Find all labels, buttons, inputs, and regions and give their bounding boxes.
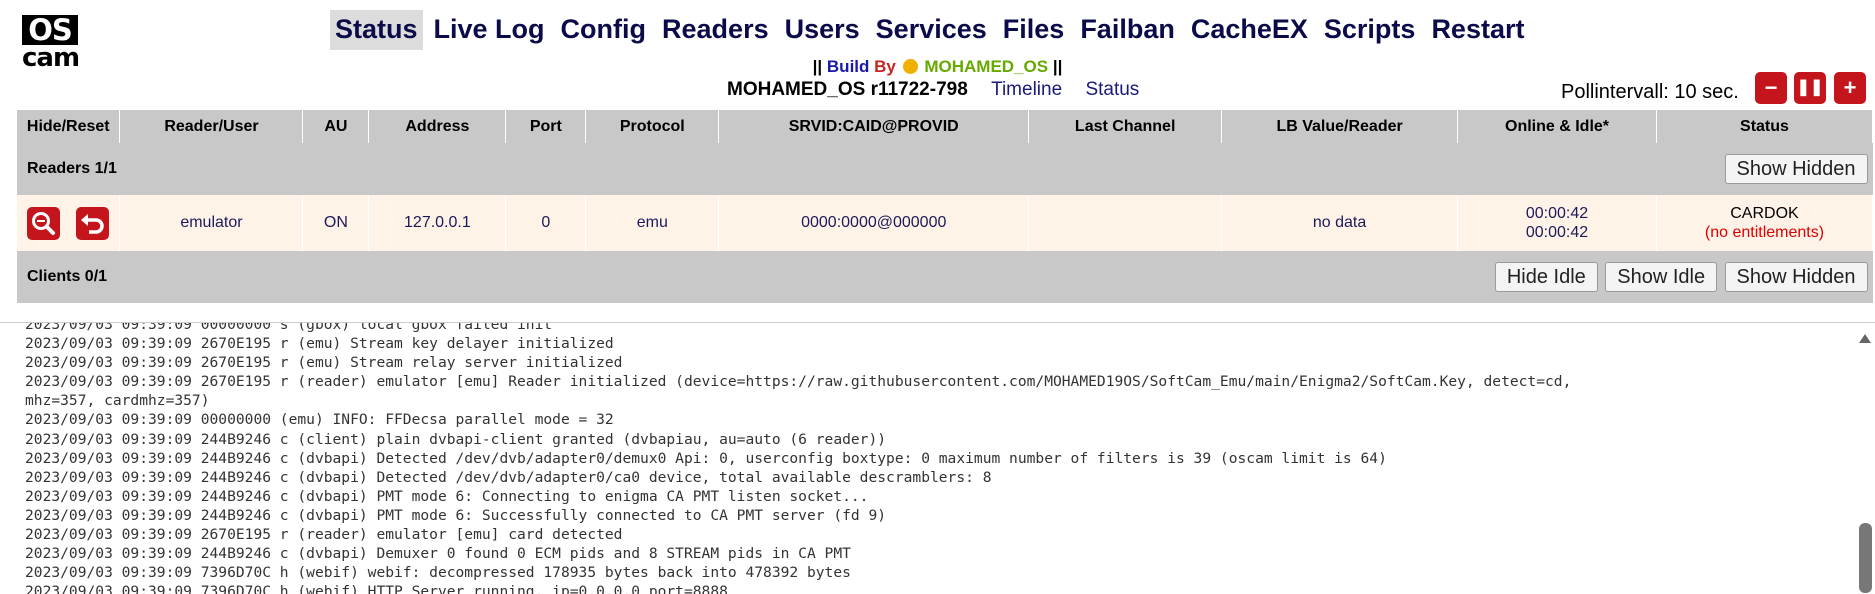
col-hide-reset: Hide/Reset	[17, 110, 121, 143]
scroll-up-arrow-icon[interactable]	[1859, 334, 1871, 343]
clients-show-hidden-button[interactable]: Show Hidden	[1724, 262, 1868, 292]
col-last-channel: Last Channel	[1028, 110, 1223, 143]
col-au: AU	[302, 110, 370, 143]
col-lb-value: LB Value/Reader	[1221, 110, 1459, 143]
log-line: 2023/09/03 09:39:09 244B9246 c (dvbapi) …	[25, 449, 1387, 467]
poll-decrease-button[interactable]: −	[1755, 72, 1787, 104]
nav-files[interactable]: Files	[998, 10, 1070, 50]
col-address: Address	[368, 110, 507, 143]
version-line: MOHAMED_OS r11722-798 Timeline Status	[727, 78, 1139, 102]
nav-status[interactable]: Status	[330, 10, 423, 50]
log-line: 2023/09/03 09:39:09 244B9246 c (dvbapi) …	[25, 545, 851, 563]
readers-group-row: Readers 1/1 Show Hidden	[17, 143, 1873, 195]
reader-protocol: emu	[585, 195, 720, 251]
build-open: ||	[812, 57, 823, 76]
poll-increase-button[interactable]: +	[1834, 72, 1866, 104]
log-line: 2023/09/03 09:39:09 244B9246 c (dvbapi) …	[25, 487, 869, 505]
build-close: ||	[1052, 57, 1063, 76]
reader-au: ON	[302, 195, 370, 251]
reader-status: CARDOK	[1730, 205, 1799, 222]
nav-services[interactable]: Services	[871, 10, 992, 50]
live-log-panel[interactable]: 2023/09/03 09:39:09 00000000 s (gbox) lo…	[0, 322, 1875, 594]
poll-interval-label: Pollintervall: 10 sec.	[1561, 81, 1739, 103]
build-line: || Build By MOHAMED_OS ||	[0, 56, 1875, 78]
reader-port: 0	[505, 195, 587, 251]
col-reader-user: Reader/User	[119, 110, 304, 143]
logo-line-1: OS	[22, 15, 78, 45]
nav-live-log[interactable]: Live Log	[429, 10, 550, 50]
search-icon[interactable]	[27, 206, 60, 240]
nav-scripts[interactable]: Scripts	[1319, 10, 1421, 50]
timeline-link[interactable]: Timeline	[991, 79, 1062, 100]
col-port: Port	[505, 110, 587, 143]
col-status: Status	[1656, 110, 1874, 143]
reader-online-time: 00:00:42	[1525, 205, 1589, 222]
poll-pause-button[interactable]: ❚❚	[1794, 72, 1826, 104]
log-line: 2023/09/03 09:39:09 00000000 s (gbox) lo…	[25, 322, 553, 333]
builder-name: MOHAMED_OS	[924, 57, 1049, 76]
hide-idle-button[interactable]: Hide Idle	[1494, 262, 1598, 292]
table-row: emulator ON 127.0.0.1 0 emu 0000:0000@00…	[17, 195, 1874, 251]
readers-count: Readers 1/1	[17, 143, 1458, 195]
reader-lb-value: no data	[1221, 195, 1459, 251]
reader-address: 127.0.0.1	[368, 195, 507, 251]
main-nav: Status Live Log Config Readers Users Ser…	[330, 10, 1535, 50]
reader-name[interactable]: emulator	[119, 195, 304, 251]
nav-failban[interactable]: Failban	[1075, 10, 1180, 50]
scroll-thumb[interactable]	[1859, 523, 1872, 593]
show-idle-button[interactable]: Show Idle	[1605, 262, 1718, 292]
table-header-row: Hide/Reset Reader/User AU Address Port P…	[17, 110, 1874, 143]
log-line: 2023/09/03 09:39:09 7396D70C h (webif) w…	[25, 564, 851, 582]
col-srvid: SRVID:CAID@PROVID	[718, 110, 1030, 143]
log-text: 2023/09/03 09:39:09 00000000 s (gbox) lo…	[0, 322, 1875, 594]
status-table: Hide/Reset Reader/User AU Address Port P…	[17, 110, 1874, 303]
nav-config[interactable]: Config	[556, 10, 651, 50]
readers-show-hidden-button[interactable]: Show Hidden	[1724, 154, 1868, 184]
by-label: By	[874, 57, 896, 76]
log-line: 2023/09/03 09:39:09 7396D70C h (webif) H…	[25, 583, 728, 594]
clients-count: Clients 0/1	[17, 251, 1222, 303]
build-label: Build	[826, 57, 870, 76]
reader-idle-time: 00:00:42	[1525, 224, 1589, 241]
reader-last-channel	[1028, 195, 1223, 251]
log-line: 2023/09/03 09:39:09 2670E195 r (reader) …	[25, 373, 1572, 391]
log-line: 2023/09/03 09:39:09 244B9246 c (dvbapi) …	[25, 468, 992, 486]
reset-icon[interactable]	[76, 206, 109, 240]
col-protocol: Protocol	[585, 110, 720, 143]
log-line: 2023/09/03 09:39:09 244B9246 c (dvbapi) …	[25, 506, 887, 524]
col-online-idle: Online & Idle*	[1457, 110, 1657, 143]
log-line: 2023/09/03 09:39:09 00000000 (emu) INFO:…	[25, 411, 614, 429]
clients-group-row: Clients 0/1 Hide Idle Show Idle Show Hid…	[17, 251, 1873, 303]
log-line: 2023/09/03 09:39:09 244B9246 c (client) …	[25, 430, 887, 448]
log-line: 2023/09/03 09:39:09 2670E195 r (reader) …	[25, 526, 623, 544]
smiley-icon	[902, 59, 918, 74]
log-line: mhz=357, cardmhz=357)	[25, 392, 210, 410]
log-scrollbar[interactable]	[1855, 322, 1875, 593]
reader-status-note: (no entitlements)	[1704, 224, 1825, 241]
log-line: 2023/09/03 09:39:09 2670E195 r (emu) Str…	[25, 354, 623, 372]
nav-restart[interactable]: Restart	[1426, 10, 1529, 50]
reader-srvid: 0000:0000@000000	[718, 195, 1030, 251]
nav-readers[interactable]: Readers	[657, 10, 774, 50]
status-link[interactable]: Status	[1085, 79, 1139, 100]
log-line: 2023/09/03 09:39:09 2670E195 r (emu) Str…	[25, 335, 614, 353]
nav-cacheex[interactable]: CacheEX	[1186, 10, 1313, 50]
version-text: MOHAMED_OS r11722-798	[727, 79, 968, 100]
nav-users[interactable]: Users	[780, 10, 865, 50]
